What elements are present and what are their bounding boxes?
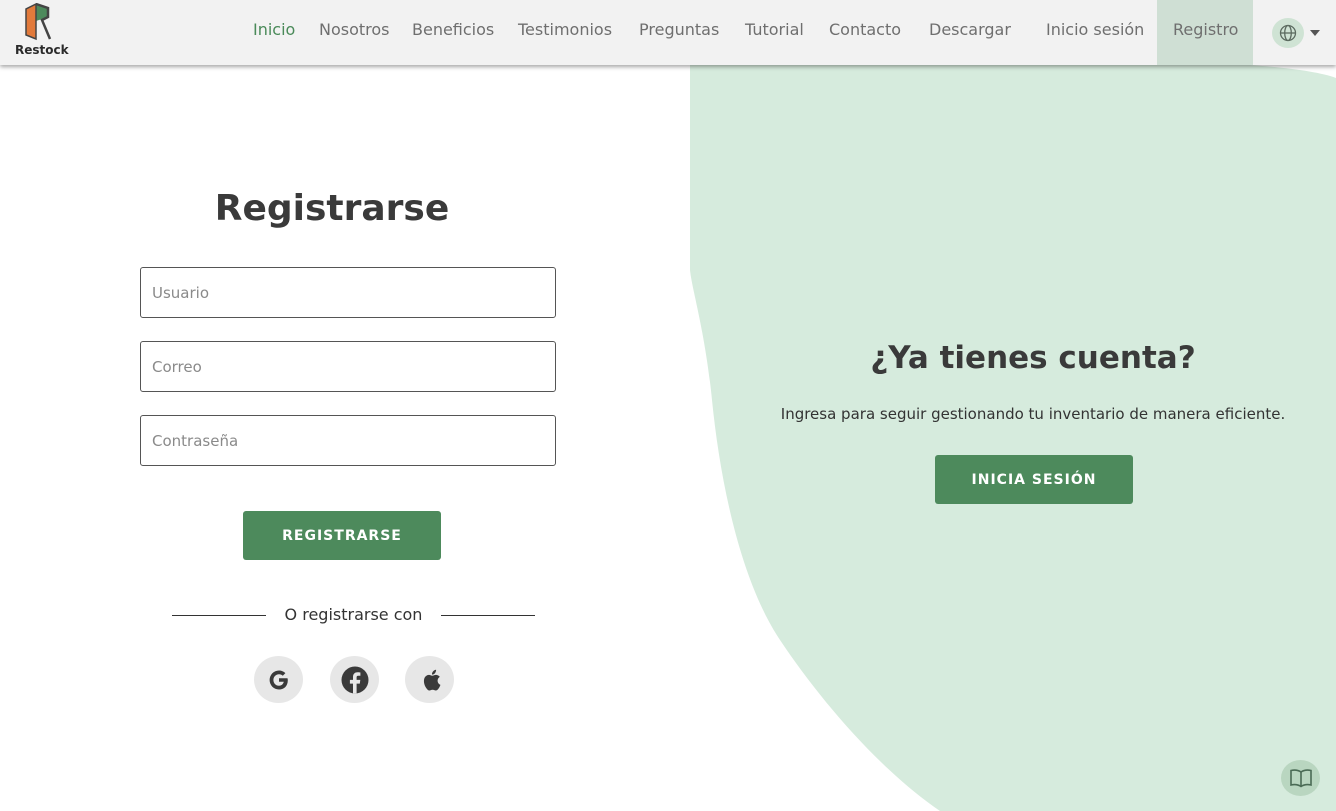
social-divider-label: O registrarse con — [284, 605, 423, 624]
open-book-icon — [1289, 769, 1312, 788]
facebook-signup-button[interactable] — [330, 656, 379, 703]
nav-item-inicio[interactable]: Inicio — [253, 20, 295, 39]
nav-item-beneficios[interactable]: Beneficios — [412, 20, 494, 39]
top-navbar: Restock Inicio Nosotros Beneficios Testi… — [0, 0, 1336, 65]
facebook-icon — [341, 666, 368, 693]
globe-icon — [1272, 18, 1304, 48]
email-field[interactable] — [140, 341, 556, 392]
nav-item-nosotros[interactable]: Nosotros — [319, 20, 390, 39]
username-field[interactable] — [140, 267, 556, 318]
nav-item-testimonios[interactable]: Testimonios — [518, 20, 612, 39]
nav-login-link[interactable]: Inicio sesión — [1046, 20, 1144, 39]
nav-item-contacto[interactable]: Contacto — [829, 20, 901, 39]
nav-item-tutorial[interactable]: Tutorial — [745, 20, 804, 39]
brand-logo[interactable]: Restock — [12, 3, 69, 57]
language-selector[interactable] — [1272, 18, 1324, 48]
divider-line-right — [441, 615, 535, 616]
restock-logo-icon — [25, 3, 52, 41]
login-button[interactable]: INICIA SESIÓN — [935, 455, 1133, 504]
register-button[interactable]: REGISTRARSE — [243, 511, 441, 560]
apple-signup-button[interactable] — [405, 656, 454, 703]
nav-item-descargar[interactable]: Descargar — [929, 20, 1011, 39]
nav-item-preguntas[interactable]: Preguntas — [639, 20, 719, 39]
google-icon — [269, 670, 288, 689]
login-prompt-title: ¿Ya tienes cuenta? — [870, 340, 1196, 376]
brand-name: Restock — [15, 43, 69, 57]
chevron-down-icon — [1310, 30, 1320, 36]
login-prompt-subtitle: Ingresa para seguir gestionando tu inven… — [780, 405, 1286, 423]
password-field[interactable] — [140, 415, 556, 466]
register-title: Registrarse — [214, 188, 450, 229]
guide-button[interactable] — [1281, 760, 1320, 796]
google-signup-button[interactable] — [254, 656, 303, 703]
apple-icon — [423, 669, 440, 691]
nav-register-link[interactable]: Registro — [1173, 20, 1238, 39]
divider-line-left — [172, 615, 266, 616]
